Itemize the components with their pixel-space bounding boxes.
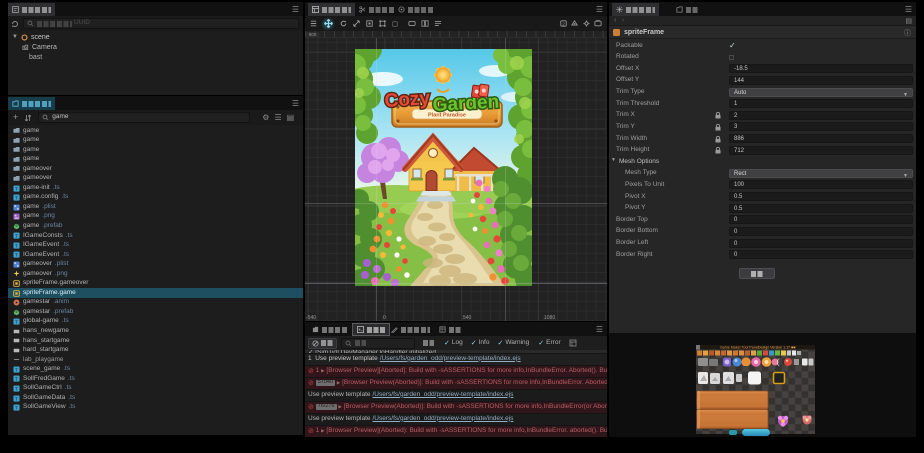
svg-text:Design Version 1.17 ■■: Design Version 1.17 ■■ xyxy=(758,346,796,350)
svg-text:T: T xyxy=(15,367,18,373)
svg-text:T: T xyxy=(15,377,18,383)
svg-text:T: T xyxy=(15,405,18,411)
svg-text:T: T xyxy=(15,396,18,402)
svg-text:T: T xyxy=(15,243,18,249)
svg-text:Game Maker Tool Panel: Game Maker Tool Panel xyxy=(720,346,759,350)
svg-text:T: T xyxy=(15,386,18,392)
svg-text:T: T xyxy=(15,195,18,201)
svg-text:T: T xyxy=(15,253,18,259)
svg-text:T: T xyxy=(15,186,18,192)
svg-text:Cozy: Cozy xyxy=(384,88,431,112)
svg-text:Garden: Garden xyxy=(432,92,500,116)
svg-text:2: 2 xyxy=(562,21,565,26)
svg-text:T: T xyxy=(15,319,18,325)
svg-text:T: T xyxy=(15,234,18,240)
